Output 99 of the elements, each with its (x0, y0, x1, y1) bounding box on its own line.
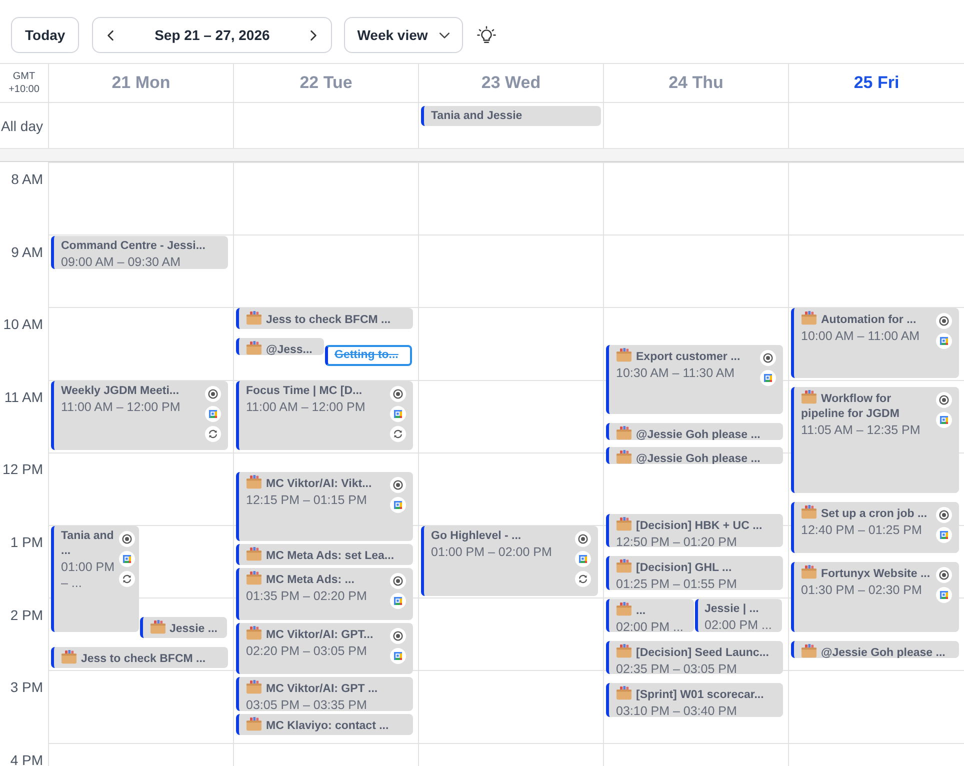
event-card[interactable]: MC Viktor/AI: GPT ... 03:05 PM – 03:35 PM (236, 677, 413, 711)
date-range: Sep 21 – 27, 2026 (154, 27, 270, 43)
event-card[interactable]: Export customer ... 10:30 AM – 11:30 AM (606, 344, 783, 414)
event-time: 02:00 PM ... (704, 618, 772, 632)
event-card[interactable]: MC Meta Ads: ... 01:35 PM – 02:20 PM (236, 568, 413, 620)
event-card[interactable]: Weekly JGDM Meeti... 11:00 AM – 12:00 PM (51, 380, 228, 450)
event-time: 02:00 PM ... (616, 620, 684, 632)
event-card[interactable]: Jess to check BFCM ... (236, 308, 413, 330)
event-card[interactable]: Jessie | ... 02:00 PM ... (694, 598, 782, 632)
event-card[interactable]: Jess to check BFCM ... (51, 647, 228, 668)
hour-label: 9 AM (11, 244, 43, 260)
event-title: [Decision] GHL ... (636, 562, 732, 574)
event-time: 09:00 AM – 09:30 AM (61, 254, 181, 269)
event-title: Command Centre - Jessi... (61, 240, 206, 252)
event-card[interactable]: MC Meta Ads: set Lea... (236, 544, 413, 566)
event-card[interactable]: [Decision] HBK + UC ... 12:50 PM – 01:20 PM (606, 514, 783, 548)
event-time: 10:00 AM – 11:00 AM (801, 329, 920, 344)
all-day-label: All day (0, 118, 43, 134)
event-title: @Jess... (266, 344, 312, 356)
event-card[interactable]: Fortunyx Website ... 01:30 PM – 02:30 PM (791, 562, 959, 632)
event-time: 01:30 PM – 02:30 PM (801, 583, 922, 598)
chevron-down-icon (438, 32, 450, 38)
event-title: [Sprint] W01 scorecar... (636, 689, 764, 702)
hour-label: 1 PM (10, 534, 43, 550)
event-time: 01:35 PM – 02:20 PM (246, 589, 367, 604)
event-title: ... (636, 604, 646, 617)
event-card[interactable]: [Decision] GHL ... 01:25 PM – 01:55 PM (606, 556, 783, 590)
lightbulb-icon[interactable] (476, 26, 496, 44)
event-time: 10:30 AM – 11:30 AM (616, 366, 735, 380)
event-card[interactable]: Tania and ... 01:00 PM – ... (51, 526, 138, 632)
event-title: [Decision] Seed Launc... (636, 646, 769, 659)
event-card[interactable]: Go Highlevel - ... 01:00 PM – 02:00 PM (421, 526, 598, 596)
event-title: Getting to... (334, 348, 398, 360)
hour-label: 11 AM (4, 388, 43, 405)
today-button[interactable]: Today (11, 17, 80, 53)
event-time: 11:00 AM – 12:00 PM (61, 400, 180, 414)
event-title: Jessie | ... (704, 602, 759, 615)
chevron-left-icon (107, 30, 114, 40)
event-title: MC Meta Ads: ... (266, 574, 354, 586)
event-time: 03:10 PM – 03:40 PM (616, 704, 737, 717)
event-title: Workflow for pipeline for JGDM (801, 392, 900, 420)
event-card[interactable]: Command Centre - Jessi... 09:00 AM – 09:30 AM (51, 236, 228, 269)
hour-label: 2 PM (10, 606, 43, 623)
event-title: Weekly JGDM Meeti... (61, 384, 180, 397)
event-time: 01:25 PM – 01:55 PM (616, 577, 737, 590)
event-card[interactable]: Workflow for pipeline for JGDM 11:05 AM – 12:35 PM (791, 386, 959, 493)
event-card[interactable]: Getting to... (324, 344, 412, 366)
event-title: Set up a cron job ... (821, 508, 928, 520)
event-time: 12:50 PM – 01:20 PM (616, 534, 737, 548)
event-card[interactable]: [Sprint] W01 scorecar... 03:10 PM – 03:40 PM (606, 683, 783, 717)
hour-label: 10 AM (3, 316, 43, 332)
event-title: MC Viktor/AI: GPT ... (266, 683, 378, 696)
event-title: MC Meta Ads: set Lea... (266, 550, 394, 562)
event-title: Jessie ... (170, 622, 218, 635)
day-header[interactable]: 22 Tue (300, 73, 352, 93)
event-time: 03:05 PM – 03:35 PM (246, 698, 367, 711)
event-card[interactable]: [Decision] Seed Launc... 02:35 PM – 03:05 PM (606, 640, 783, 674)
event-card[interactable]: MC Klaviyo: contact ... (236, 714, 413, 735)
day-header[interactable]: 21 Mon (112, 73, 170, 93)
event-card[interactable]: MC Viktor/AI: Vikt... 12:15 PM – 01:15 PM (236, 472, 413, 542)
all-day-event-card[interactable]: Tania and Jessie (421, 106, 601, 126)
event-title: Export customer ... (636, 350, 740, 362)
event-time: 12:40 PM – 01:25 PM (801, 522, 922, 537)
event-card[interactable]: Jessie ... (140, 616, 227, 638)
event-card[interactable]: @Jess... (236, 338, 324, 356)
event-title: MC Klaviyo: contact ... (266, 720, 389, 732)
event-title: Fortunyx Website ... (821, 568, 930, 580)
day-header[interactable]: 23 Wed (481, 73, 541, 93)
day-header[interactable]: 24 Thu (668, 73, 724, 93)
event-title: MC Viktor/AI: GPT... (266, 628, 374, 641)
hour-label: 12 PM (2, 461, 43, 478)
event-title: Jess to check BFCM ... (81, 653, 206, 665)
event-time: 11:00 AM – 12:00 PM (246, 400, 366, 414)
event-title: Jess to check BFCM ... (266, 314, 391, 326)
hour-label: 3 PM (10, 679, 43, 696)
day-header[interactable]: 25 Fri (854, 73, 900, 93)
event-time: 01:00 PM – ... (61, 560, 115, 590)
event-title: Tania and Jessie (431, 108, 522, 124)
event-card[interactable]: ... 02:00 PM ... (606, 598, 694, 632)
event-title: Automation for ... (821, 314, 916, 326)
event-title: Focus Time | MC [D... (246, 384, 362, 397)
event-card[interactable]: MC Viktor/AI: GPT... 02:20 PM – 03:05 PM (236, 622, 413, 674)
event-time: 02:20 PM – 03:05 PM (246, 644, 367, 658)
event-title: Go Highlevel - ... (431, 530, 522, 542)
event-time: 11:05 AM – 12:35 PM (801, 422, 920, 437)
hour-label: 8 AM (11, 171, 43, 187)
event-card[interactable]: Set up a cron job ... 12:40 PM – 01:25 PM (791, 502, 959, 554)
event-time: 12:15 PM – 01:15 PM (246, 492, 367, 507)
event-time: 02:35 PM – 03:05 PM (616, 662, 737, 674)
event-title: [Decision] HBK + UC ... (636, 520, 762, 532)
event-title: MC Viktor/AI: Vikt... (266, 478, 372, 490)
event-time: 01:00 PM – 02:00 PM (431, 545, 552, 559)
event-card[interactable]: Focus Time | MC [D... 11:00 AM – 12:00 PM (236, 380, 413, 450)
event-title: Tania and ... (61, 530, 114, 557)
chevron-right-icon (310, 30, 318, 40)
event-card[interactable]: Automation for ... 10:00 AM – 11:00 AM (791, 308, 959, 378)
hour-label: 4 PM (10, 752, 43, 766)
view-dropdown[interactable]: Week view (344, 17, 463, 53)
timezone-label: GMT +10:00 (8, 70, 40, 96)
